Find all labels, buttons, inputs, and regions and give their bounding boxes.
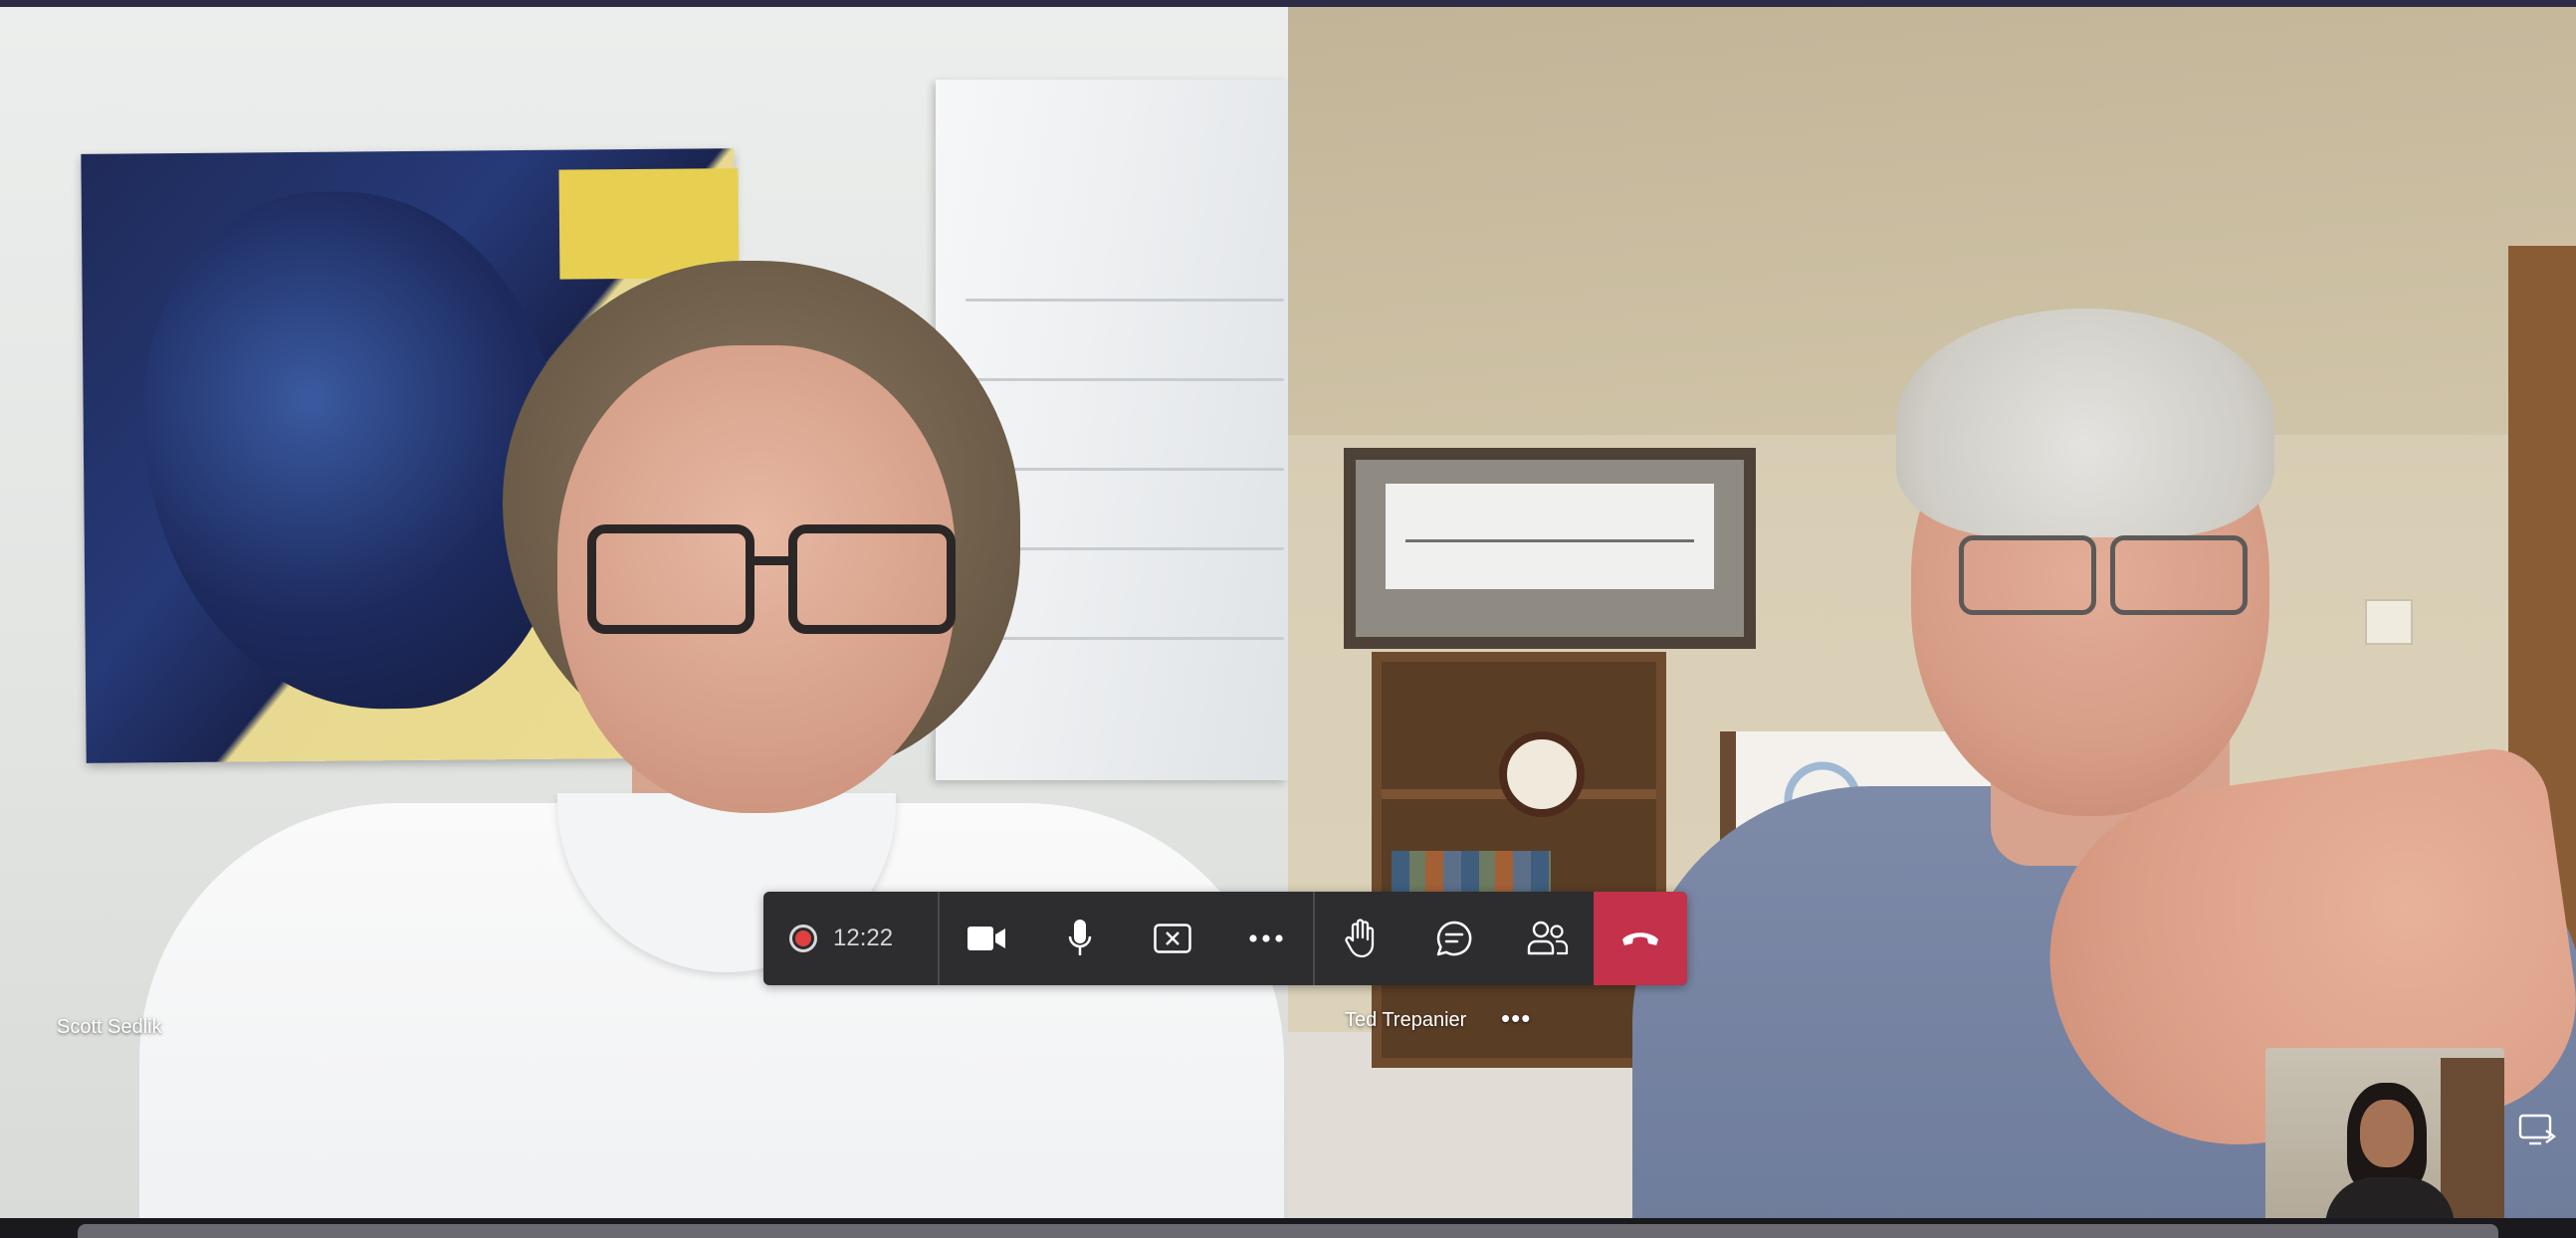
glasses	[1959, 535, 2096, 615]
raise-hand-button[interactable]	[1315, 892, 1408, 985]
meeting-window: Scott Sedlik Ted Trepanier ••• 12:22	[0, 0, 2576, 1238]
window-bottom-strip	[0, 1218, 2576, 1238]
hang-up-icon	[1622, 932, 1659, 945]
participant-more-options[interactable]: •••	[1501, 1003, 1531, 1034]
microphone-button[interactable]	[1033, 892, 1127, 985]
participant-name-label: Ted Trepanier	[1345, 1009, 1467, 1031]
chat-button[interactable]	[1407, 892, 1501, 985]
participant-name-label: Scott Sedlik	[57, 1016, 162, 1038]
share-screen-button[interactable]	[1127, 892, 1220, 985]
chat-icon	[1436, 921, 1472, 956]
raise-hand-icon	[1345, 919, 1375, 958]
participants-icon	[1527, 921, 1568, 955]
framed-bridge-print	[1344, 448, 1756, 649]
more-icon	[1249, 934, 1283, 942]
share-screen-icon	[1154, 924, 1192, 953]
meeting-control-bar: 12:22	[763, 892, 1687, 985]
glasses	[587, 524, 754, 634]
meeting-timer: 12:22	[833, 925, 894, 951]
camera-button[interactable]	[940, 892, 1033, 985]
recording-timer-group: 12:22	[763, 892, 941, 985]
self-view-video[interactable]	[2265, 1048, 2504, 1218]
window-top-strip	[0, 0, 2576, 7]
participants-button[interactable]	[1501, 892, 1595, 985]
microphone-icon	[1068, 920, 1091, 955]
share-tray-icon[interactable]	[2516, 1113, 2560, 1148]
more-options-button[interactable]	[1219, 892, 1313, 985]
video-tile-participant-1[interactable]: Scott Sedlik	[0, 7, 1288, 1218]
camera-icon	[967, 927, 1006, 950]
light-switch	[2365, 599, 2413, 645]
clock	[1499, 731, 1585, 817]
person-hair	[1896, 309, 2274, 537]
hang-up-button[interactable]	[1594, 892, 1687, 985]
recording-icon	[789, 925, 817, 952]
